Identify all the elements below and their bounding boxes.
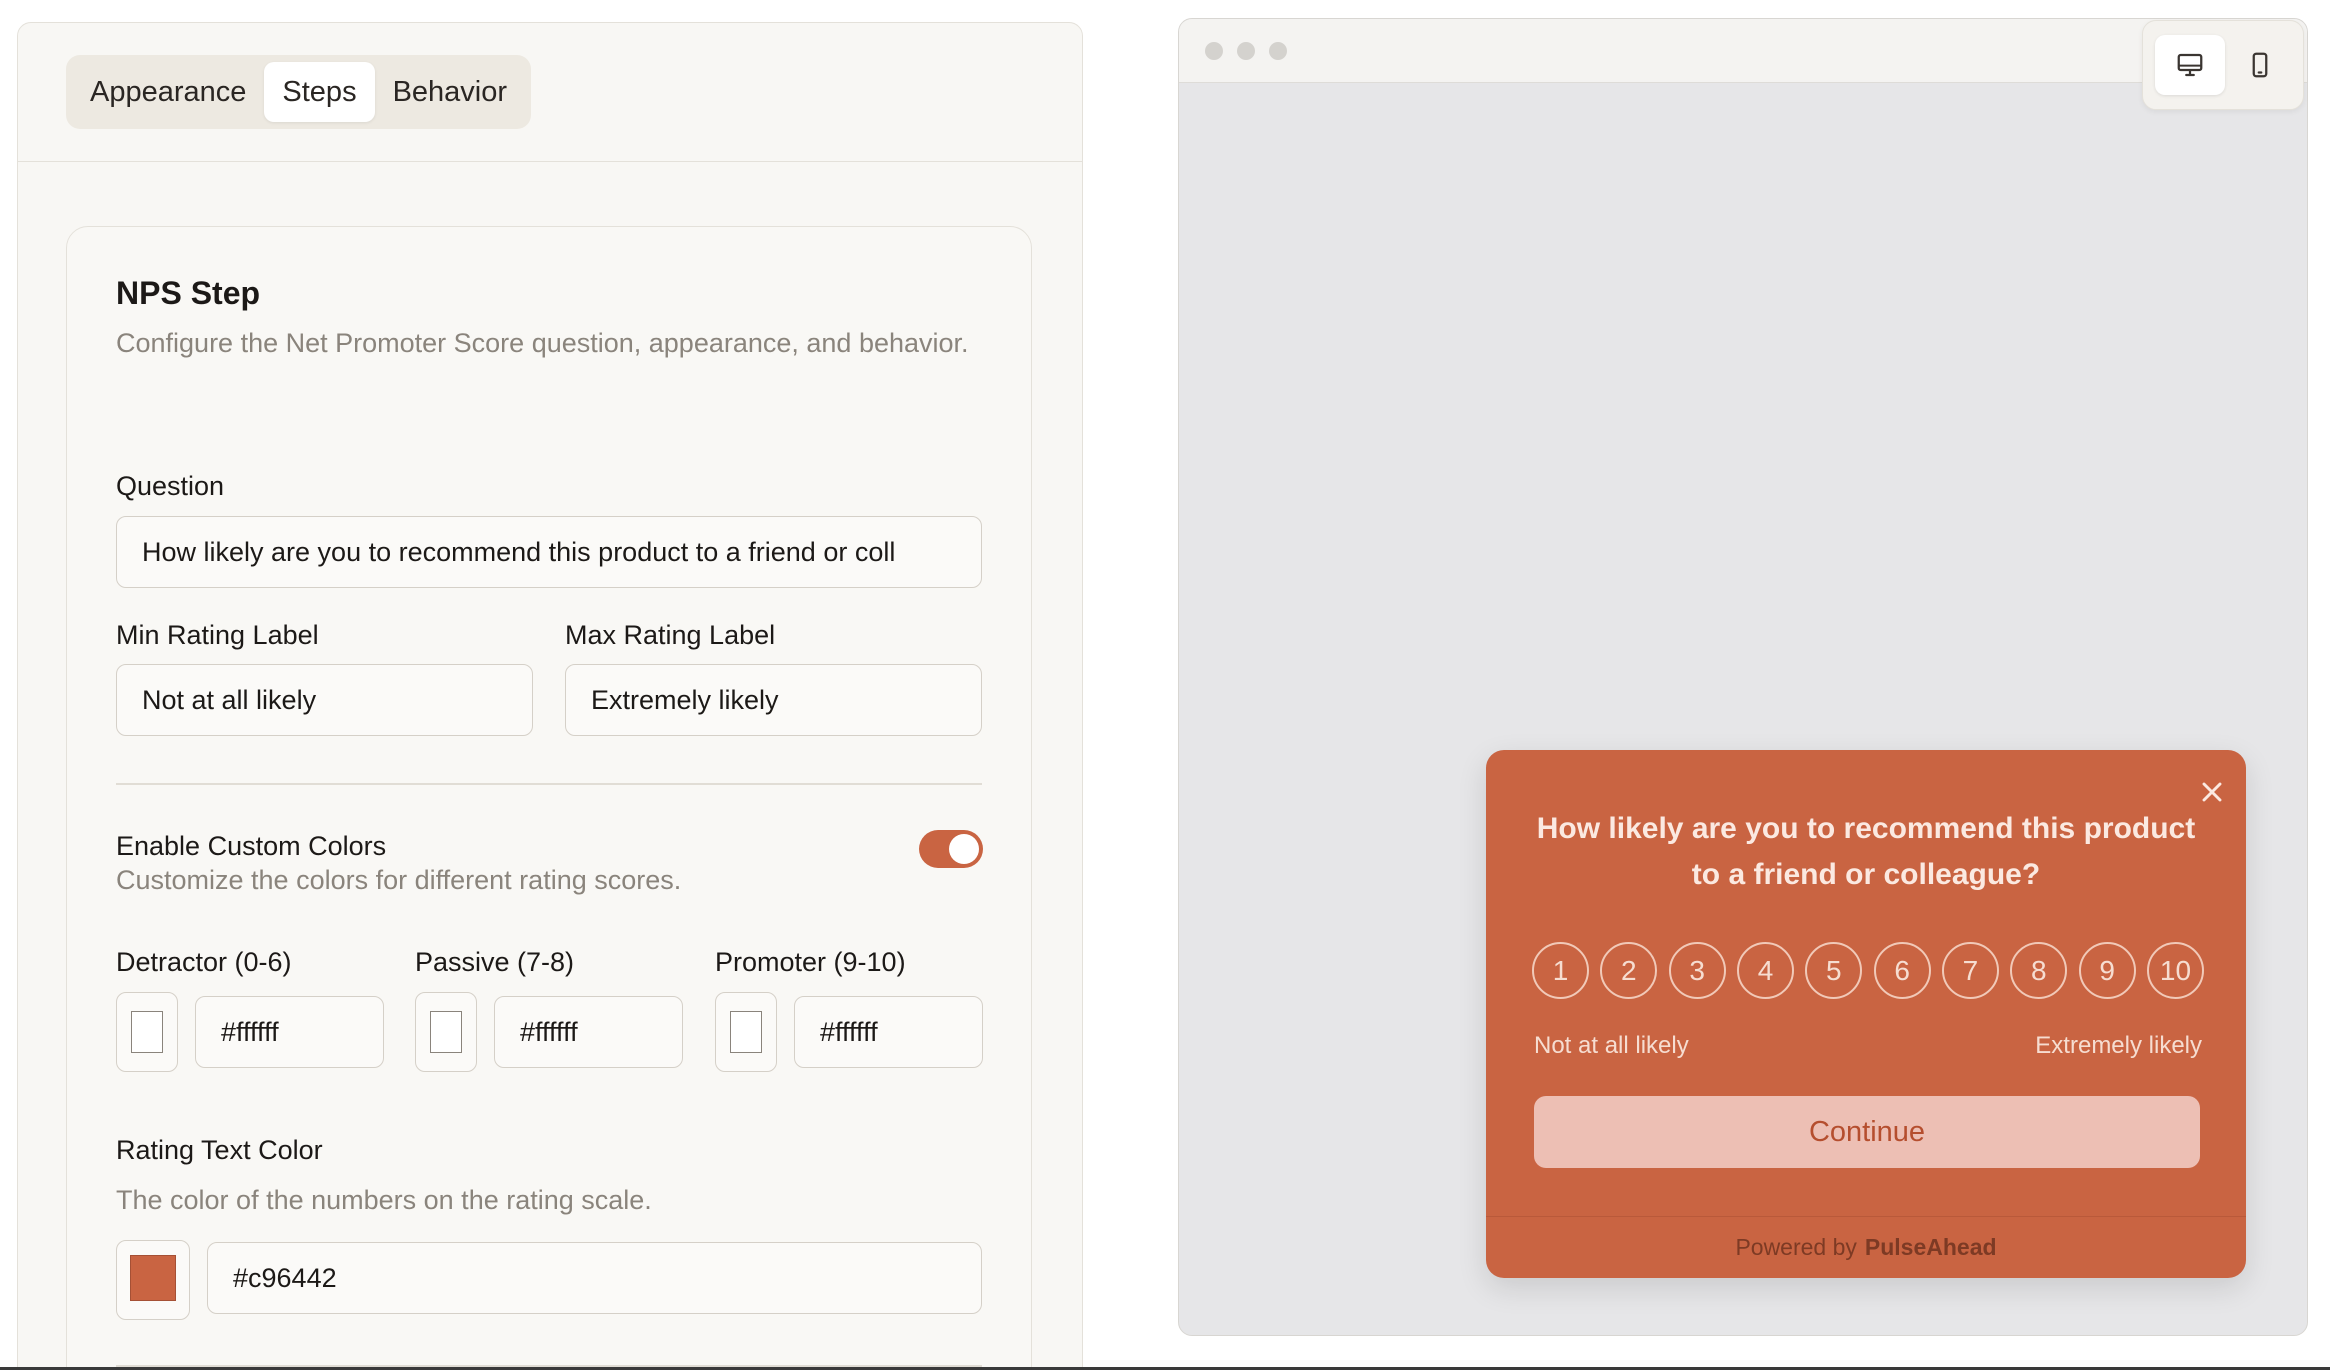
tab-steps[interactable]: Steps (264, 62, 375, 122)
detractor-hex-input[interactable]: #ffffff (195, 996, 384, 1068)
promoter-label: Promoter (9-10) (715, 947, 906, 977)
rating-option[interactable]: 10 (2146, 942, 2204, 999)
card-description: Configure the Net Promoter Score questio… (116, 328, 969, 358)
color-preview (430, 1011, 462, 1053)
powered-by-text: Powered by (1735, 1234, 1857, 1260)
detractor-label: Detractor (0-6) (116, 947, 292, 977)
rating-scale: 1 2 3 4 5 6 7 8 9 10 (1532, 942, 2204, 999)
brand-name[interactable]: PulseAhead (1865, 1234, 1997, 1261)
min-rating-input[interactable]: Not at all likely (116, 664, 533, 736)
window-dot (1237, 42, 1255, 60)
widget-question: How likely are you to recommend this pro… (1536, 812, 2196, 891)
min-rating-label: Min Rating Label (116, 620, 319, 650)
color-preview (131, 1011, 163, 1053)
scale-labels: Not at all likely Extremely likely (1534, 1032, 2202, 1060)
promoter-color-swatch[interactable] (715, 992, 777, 1072)
widget-footer: Powered by PulseAhead (1486, 1216, 2246, 1278)
settings-panel: Appearance Steps Behavior NPS Step Confi… (17, 22, 1083, 1370)
widget-max-label: Extremely likely (2035, 1032, 2202, 1059)
window-dot (1205, 42, 1223, 60)
mobile-icon (2252, 52, 2268, 78)
nps-step-card: NPS Step Configure the Net Promoter Scor… (66, 226, 1032, 1370)
widget-min-label: Not at all likely (1534, 1032, 1689, 1059)
passive-color-swatch[interactable] (415, 992, 477, 1072)
question-input[interactable]: How likely are you to recommend this pro… (116, 516, 982, 588)
settings-header: Appearance Steps Behavior (18, 23, 1082, 162)
desktop-icon (2177, 53, 2203, 77)
rating-option[interactable]: 8 (2010, 942, 2068, 999)
max-rating-label: Max Rating Label (565, 620, 776, 650)
color-preview (130, 1255, 176, 1301)
custom-colors-title: Enable Custom Colors (116, 831, 387, 861)
max-rating-input[interactable]: Extremely likely (565, 664, 982, 736)
continue-button[interactable]: Continue (1534, 1096, 2200, 1168)
custom-colors-toggle[interactable] (919, 830, 983, 868)
rating-text-color-label: Rating Text Color (116, 1135, 323, 1165)
preview-titlebar (1179, 19, 2307, 83)
tab-bar: Appearance Steps Behavior (66, 55, 532, 129)
window-dot (1269, 42, 1287, 60)
section-divider (116, 783, 982, 785)
detractor-color-swatch[interactable] (116, 992, 178, 1072)
tab-appearance[interactable]: Appearance (72, 62, 264, 122)
rating-option[interactable]: 4 (1736, 942, 1794, 999)
card-title: NPS Step (116, 275, 261, 311)
app-root: Appearance Steps Behavior NPS Step Confi… (0, 0, 2330, 1370)
question-label: Question (116, 471, 225, 501)
color-preview (730, 1011, 762, 1053)
rating-option[interactable]: 2 (1600, 942, 1658, 999)
rating-option[interactable]: 3 (1668, 942, 1726, 999)
rating-option[interactable]: 5 (1805, 942, 1863, 999)
tab-behavior[interactable]: Behavior (375, 62, 525, 122)
rating-option[interactable]: 6 (1873, 942, 1931, 999)
rating-option[interactable]: 1 (1532, 942, 1589, 999)
close-icon (2202, 782, 2222, 802)
mobile-view-button[interactable] (2225, 35, 2295, 95)
passive-hex-input[interactable]: #ffffff (494, 996, 683, 1068)
rating-option[interactable]: 9 (2078, 942, 2136, 999)
nps-widget: How likely are you to recommend this pro… (1486, 750, 2246, 1278)
close-button[interactable] (2196, 776, 2228, 808)
device-toggle (2142, 20, 2304, 110)
rating-text-color-description: The color of the numbers on the rating s… (116, 1185, 652, 1215)
rating-option[interactable]: 7 (1941, 942, 1999, 999)
passive-label: Passive (7-8) (415, 947, 575, 977)
promoter-hex-input[interactable]: #ffffff (794, 996, 983, 1068)
toggle-knob (949, 834, 979, 864)
custom-colors-description: Customize the colors for different ratin… (116, 865, 682, 895)
desktop-view-button[interactable] (2155, 35, 2225, 95)
rating-text-color-hex-input[interactable]: #c96442 (207, 1242, 982, 1314)
rating-text-color-swatch[interactable] (116, 1240, 190, 1320)
